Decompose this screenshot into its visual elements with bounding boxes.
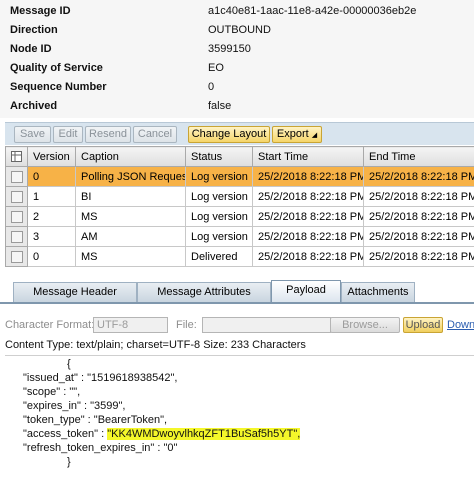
content-type-info: Content Type: text/plain; charset=UTF-8 …: [5, 339, 306, 351]
table-row[interactable]: 0 MS Delivered 25/2/2018 8:22:18 PM 25/2…: [6, 247, 474, 267]
toolbar: Save Edit Resend Cancel Change Layout Ex…: [5, 122, 474, 145]
version-table: Version Caption Status Start Time End Ti…: [5, 146, 474, 267]
json-line-access-token: "access_token" : "KK4WMDwoyvlhkqZFT1BuSa…: [23, 428, 300, 440]
table-row[interactable]: 1 BI Log version 25/2/2018 8:22:18 PM 25…: [6, 187, 474, 207]
json-line-scope: "scope" : "",: [23, 386, 80, 398]
upload-button[interactable]: Upload: [403, 317, 443, 333]
message-properties: Message ID a1c40e81-1aac-11e8-a42e-00000…: [0, 0, 474, 118]
cell-status: Log version: [186, 167, 253, 187]
export-label: Export: [277, 128, 309, 140]
prop-key: Sequence Number: [10, 78, 200, 97]
cell-caption: AM: [76, 227, 186, 247]
prop-key: Message ID: [10, 2, 200, 21]
cell-start-time: 25/2/2018 8:22:18 PM: [253, 207, 364, 227]
prop-key: Node ID: [10, 40, 200, 59]
column-header-start-time[interactable]: Start Time: [253, 147, 364, 167]
cell-caption: Polling JSON Request: [76, 167, 186, 187]
row-selector[interactable]: [6, 227, 28, 247]
json-line-issued-at: "issued_at" : "1519618938542",: [23, 372, 177, 384]
edit-button[interactable]: Edit: [53, 126, 83, 143]
cell-status: Delivered: [186, 247, 253, 267]
json-line-token-type: "token_type" : "BearerToken",: [23, 414, 167, 426]
cell-status: Log version: [186, 187, 253, 207]
table-row[interactable]: 0 Polling JSON Request Log version 25/2/…: [6, 167, 474, 187]
cell-version: 2: [28, 207, 76, 227]
prop-key: Archived: [10, 97, 200, 116]
file-path-field[interactable]: [202, 317, 331, 333]
cell-start-time: 25/2/2018 8:22:18 PM: [253, 247, 364, 267]
cell-start-time: 25/2/2018 8:22:18 PM: [253, 187, 364, 207]
payload-content: { "issued_at" : "1519618938542", "scope"…: [5, 355, 474, 483]
detail-tabs: Message Header Message Attributes Payloa…: [0, 280, 474, 304]
json-open-brace: {: [67, 358, 71, 370]
character-format-label: Character Format:: [5, 319, 94, 331]
save-button[interactable]: Save: [14, 126, 51, 143]
character-format-field[interactable]: UTF-8: [93, 317, 168, 333]
prop-value: EO: [208, 59, 224, 78]
column-header-end-time[interactable]: End Time: [364, 147, 474, 167]
access-token-value: "KK4WMDwoyvlhkqZFT1BuSaf5h5YT",: [107, 428, 300, 440]
browse-button[interactable]: Browse...: [330, 317, 400, 333]
export-button[interactable]: Export ◢: [272, 126, 322, 143]
row-selector[interactable]: [6, 167, 28, 187]
cell-end-time: 25/2/2018 8:22:18 PM: [364, 167, 474, 187]
tab-attachments[interactable]: Attachments: [341, 282, 415, 302]
cell-end-time: 25/2/2018 8:22:18 PM: [364, 187, 474, 207]
table-row[interactable]: 2 MS Log version 25/2/2018 8:22:18 PM 25…: [6, 207, 474, 227]
json-close-brace: }: [67, 456, 71, 468]
prop-key: Quality of Service: [10, 59, 200, 78]
table-settings-icon[interactable]: [6, 147, 28, 167]
cell-start-time: 25/2/2018 8:22:18 PM: [253, 167, 364, 187]
cell-status: Log version: [186, 227, 253, 247]
access-token-key: "access_token" :: [23, 428, 107, 440]
cell-version: 0: [28, 247, 76, 267]
file-label: File:: [176, 319, 197, 331]
json-line-expires-in: "expires_in" : "3599",: [23, 400, 125, 412]
cell-version: 0: [28, 167, 76, 187]
cell-end-time: 25/2/2018 8:22:18 PM: [364, 207, 474, 227]
resend-button[interactable]: Resend: [85, 126, 131, 143]
cell-version: 3: [28, 227, 76, 247]
caret-down-icon: ◢: [312, 132, 317, 139]
prop-key: Direction: [10, 21, 200, 40]
prop-value: a1c40e81-1aac-11e8-a42e-00000036eb2e: [208, 2, 416, 21]
row-selector[interactable]: [6, 247, 28, 267]
row-selector[interactable]: [6, 207, 28, 227]
cell-caption: BI: [76, 187, 186, 207]
prop-value: 3599150: [208, 40, 251, 59]
prop-value: OUTBOUND: [208, 21, 271, 40]
cell-version: 1: [28, 187, 76, 207]
tab-message-attributes[interactable]: Message Attributes: [137, 282, 271, 302]
column-header-version[interactable]: Version: [28, 147, 76, 167]
prop-value: false: [208, 97, 231, 116]
cell-start-time: 25/2/2018 8:22:18 PM: [253, 227, 364, 247]
tab-message-header[interactable]: Message Header: [13, 282, 137, 302]
change-layout-button[interactable]: Change Layout: [188, 126, 270, 143]
download-link[interactable]: Down: [447, 319, 474, 331]
cancel-button[interactable]: Cancel: [133, 126, 177, 143]
column-header-caption[interactable]: Caption: [76, 147, 186, 167]
table-row[interactable]: 3 AM Log version 25/2/2018 8:22:18 PM 25…: [6, 227, 474, 247]
cell-caption: MS: [76, 207, 186, 227]
cell-caption: MS: [76, 247, 186, 267]
row-selector[interactable]: [6, 187, 28, 207]
payload-file-row: Character Format: UTF-8 File: Browse... …: [5, 317, 474, 335]
cell-end-time: 25/2/2018 8:22:18 PM: [364, 227, 474, 247]
table-header-row: Version Caption Status Start Time End Ti…: [6, 147, 474, 167]
json-line-refresh-token: "refresh_token_expires_in" : "0": [23, 442, 177, 454]
tab-payload[interactable]: Payload: [271, 280, 341, 302]
cell-end-time: 25/2/2018 8:22:18 PM: [364, 247, 474, 267]
column-header-status[interactable]: Status: [186, 147, 253, 167]
cell-status: Log version: [186, 207, 253, 227]
prop-value: 0: [208, 78, 214, 97]
